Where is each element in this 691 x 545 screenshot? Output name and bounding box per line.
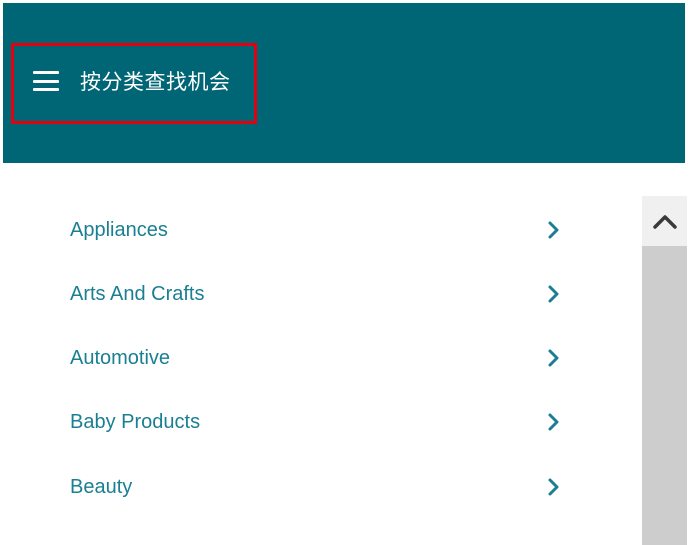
- scroll-up-button[interactable]: [642, 196, 687, 246]
- hamburger-menu-icon[interactable]: [33, 71, 61, 91]
- category-item-baby-products[interactable]: Baby Products: [0, 402, 600, 442]
- chevron-right-icon: [548, 413, 559, 431]
- category-item-beauty[interactable]: Beauty: [0, 467, 600, 507]
- category-label: Arts And Crafts: [70, 283, 205, 305]
- category-item-automotive[interactable]: Automotive: [0, 338, 600, 378]
- chevron-right-icon: [548, 221, 559, 239]
- chevron-right-icon: [548, 285, 559, 303]
- chevron-right-icon: [548, 478, 559, 496]
- category-label: Beauty: [70, 476, 133, 498]
- category-label: Appliances: [70, 219, 168, 241]
- category-label: Automotive: [70, 347, 171, 369]
- chevron-up-icon: [652, 215, 677, 229]
- category-label: Baby Products: [70, 411, 201, 433]
- vertical-scrollbar[interactable]: [642, 196, 687, 545]
- category-item-arts-and-crafts[interactable]: Arts And Crafts: [0, 274, 600, 314]
- chevron-right-icon: [548, 349, 559, 367]
- page-title: 按分类查找机会: [80, 70, 231, 94]
- category-item-appliances[interactable]: Appliances: [0, 210, 600, 250]
